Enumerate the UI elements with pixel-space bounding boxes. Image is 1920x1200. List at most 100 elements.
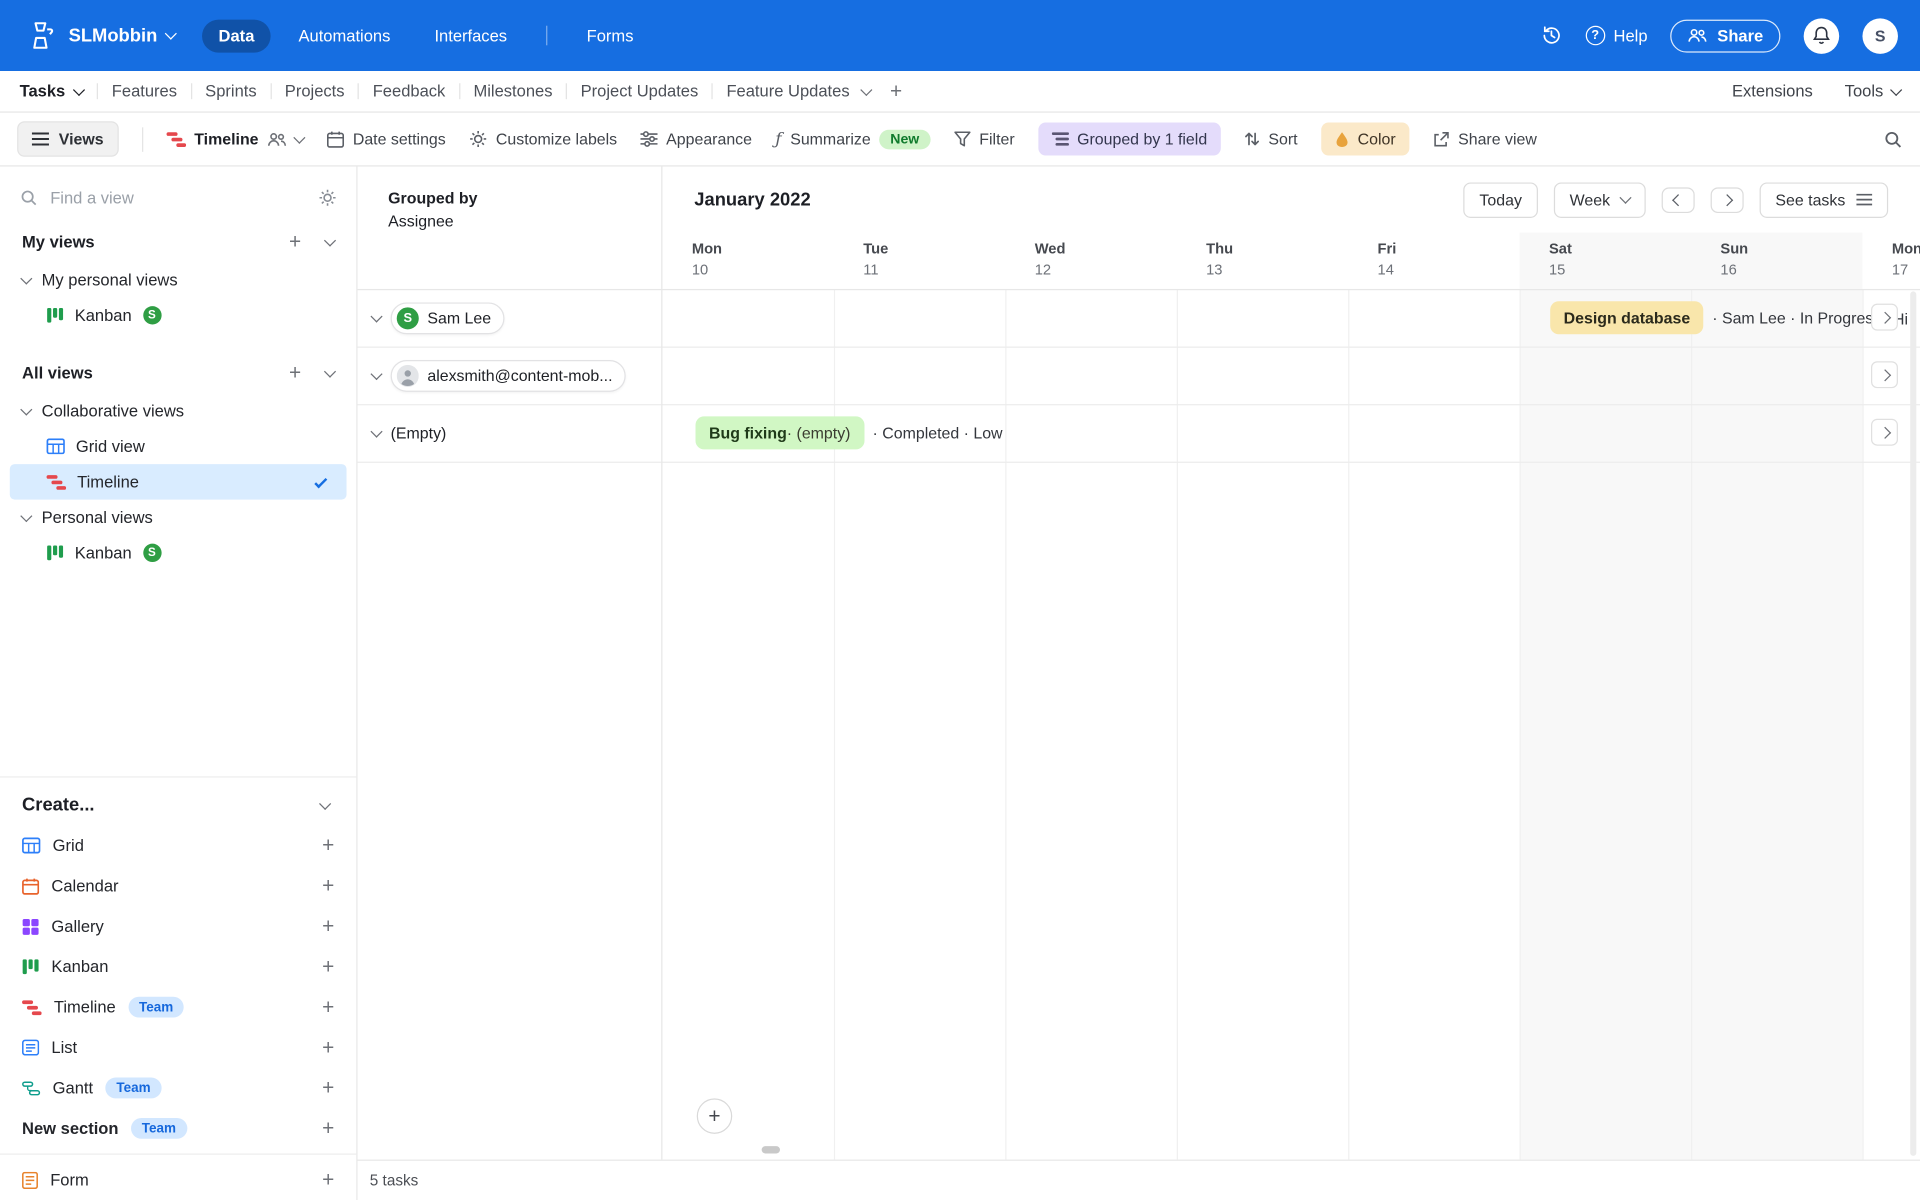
create-grid-button[interactable]: + bbox=[322, 835, 334, 856]
table-tab-tasks[interactable]: Tasks bbox=[20, 82, 84, 100]
appearance-button[interactable]: Appearance bbox=[640, 130, 752, 148]
table-tab-features[interactable]: Features bbox=[112, 82, 177, 100]
topnav-tabs: Data Automations Interfaces Forms bbox=[203, 19, 650, 52]
chevron-down-icon[interactable] bbox=[324, 365, 336, 377]
collapse-group-icon[interactable] bbox=[370, 425, 382, 437]
table-tab-feedback[interactable]: Feedback bbox=[373, 82, 446, 100]
share-view-label: Share view bbox=[1458, 130, 1537, 148]
group-row-sam-lee[interactable]: S Sam Lee bbox=[358, 289, 662, 347]
collapse-group-icon[interactable] bbox=[370, 367, 382, 379]
customize-labels-button[interactable]: Customize labels bbox=[469, 130, 617, 148]
date-settings-button[interactable]: Date settings bbox=[327, 130, 446, 148]
chevron-down-icon[interactable] bbox=[324, 234, 336, 246]
range-select[interactable]: Week bbox=[1554, 182, 1646, 218]
create-calendar-button[interactable]: + bbox=[322, 876, 334, 897]
all-views-label: All views bbox=[22, 364, 93, 382]
group-personal-views[interactable]: Personal views bbox=[0, 500, 356, 536]
view-settings-gear-icon[interactable] bbox=[318, 189, 336, 207]
group-row-empty[interactable]: (Empty) bbox=[358, 404, 662, 462]
table-tab-project-updates[interactable]: Project Updates bbox=[581, 82, 699, 100]
divider bbox=[97, 83, 98, 99]
task-pill[interactable]: Bug fixing · (empty) bbox=[696, 416, 864, 449]
expand-group-button[interactable] bbox=[1871, 419, 1898, 446]
people-icon bbox=[1688, 28, 1708, 43]
divider bbox=[190, 83, 191, 99]
create-form-button[interactable]: + bbox=[322, 1169, 334, 1190]
team-badge: Team bbox=[131, 1118, 187, 1139]
create-gallery-button[interactable]: + bbox=[322, 916, 334, 937]
add-view-button[interactable]: + bbox=[289, 231, 301, 252]
summarize-label: Summarize bbox=[790, 130, 871, 148]
sidebar-item-kanban[interactable]: Kanban S bbox=[0, 535, 356, 571]
group-row-alexsmith[interactable]: alexsmith@content-mob... bbox=[358, 347, 662, 405]
table-tab-sprints[interactable]: Sprints bbox=[205, 82, 256, 100]
tab-forms[interactable]: Forms bbox=[571, 19, 650, 52]
create-list-button[interactable]: + bbox=[322, 1037, 334, 1058]
task-design-database[interactable]: Design database · Sam Lee · In Progress bbox=[1550, 301, 1881, 334]
views-sidebar-toggle[interactable]: Views bbox=[17, 121, 118, 157]
extensions-button[interactable]: Extensions bbox=[1732, 82, 1813, 100]
create-kanban-button[interactable]: + bbox=[322, 956, 334, 977]
tablebar-right: Extensions Tools bbox=[1732, 82, 1900, 100]
group-my-personal-views[interactable]: My personal views bbox=[0, 262, 356, 298]
create-new-section-button[interactable]: + bbox=[322, 1118, 334, 1139]
list-view-icon bbox=[22, 1040, 39, 1056]
share-button[interactable]: Share bbox=[1671, 19, 1781, 52]
expand-group-button[interactable] bbox=[1871, 361, 1898, 388]
today-button[interactable]: Today bbox=[1464, 182, 1538, 218]
create-gantt-button[interactable]: + bbox=[322, 1078, 334, 1099]
workspace-logo-icon[interactable] bbox=[22, 17, 59, 54]
add-record-button[interactable]: + bbox=[697, 1098, 733, 1134]
more-tables-button[interactable] bbox=[862, 89, 871, 94]
table-tab-feature-updates[interactable]: Feature Updates bbox=[726, 82, 849, 100]
find-view-input[interactable] bbox=[50, 189, 306, 207]
group-button[interactable]: Grouped by 1 field bbox=[1038, 122, 1221, 155]
user-avatar[interactable]: S bbox=[1862, 18, 1898, 54]
vertical-scrollbar[interactable] bbox=[1910, 291, 1916, 1155]
status-bar: 5 tasks bbox=[358, 1160, 1920, 1200]
task-pill[interactable]: Design database bbox=[1550, 301, 1703, 334]
history-icon[interactable] bbox=[1540, 24, 1562, 46]
help-button[interactable]: ? Help bbox=[1585, 26, 1647, 46]
tools-button[interactable]: Tools bbox=[1845, 82, 1901, 100]
filter-button[interactable]: Filter bbox=[954, 130, 1015, 148]
add-view-button[interactable]: + bbox=[289, 362, 301, 383]
horizontal-scrollbar[interactable] bbox=[762, 1146, 780, 1153]
search-button[interactable] bbox=[1883, 129, 1903, 149]
workspace-switcher[interactable]: SLMobbin bbox=[69, 25, 176, 46]
summarize-button[interactable]: ƒ Summarize New bbox=[775, 129, 930, 149]
grid-view-icon bbox=[47, 438, 65, 454]
color-button[interactable]: Color bbox=[1321, 122, 1409, 155]
current-view-switcher[interactable]: Timeline bbox=[166, 130, 304, 148]
share-view-button[interactable]: Share view bbox=[1432, 130, 1536, 148]
grid-view-icon bbox=[22, 838, 40, 854]
see-tasks-button[interactable]: See tasks bbox=[1759, 182, 1888, 218]
sort-button[interactable]: Sort bbox=[1244, 130, 1298, 148]
gallery-view-icon bbox=[22, 918, 39, 935]
day-column-header: Thu 13 bbox=[1177, 239, 1348, 281]
create-timeline-button[interactable]: + bbox=[322, 997, 334, 1018]
collapse-group-icon[interactable] bbox=[370, 310, 382, 322]
task-bug-fixing[interactable]: Bug fixing · (empty) · Completed · Low bbox=[696, 416, 1003, 449]
calendar-view-icon bbox=[22, 877, 39, 894]
add-table-button[interactable]: + bbox=[890, 79, 902, 103]
notifications-button[interactable] bbox=[1804, 18, 1840, 54]
create-header[interactable]: Create... bbox=[0, 782, 356, 825]
tab-interfaces[interactable]: Interfaces bbox=[419, 19, 523, 52]
prev-week-button[interactable] bbox=[1662, 187, 1695, 213]
expand-group-button[interactable] bbox=[1871, 304, 1898, 331]
date-settings-label: Date settings bbox=[353, 130, 446, 148]
day-column-header: Mon 10 bbox=[662, 239, 833, 281]
tab-data[interactable]: Data bbox=[203, 19, 271, 52]
next-week-button[interactable] bbox=[1710, 187, 1743, 213]
group-collaborative-views[interactable]: Collaborative views bbox=[0, 393, 356, 429]
divider bbox=[566, 83, 567, 99]
sidebar-item-kanban-personal[interactable]: Kanban S bbox=[0, 298, 356, 334]
tab-automations[interactable]: Automations bbox=[283, 19, 407, 52]
sidebar-item-grid-view[interactable]: Grid view bbox=[0, 429, 356, 465]
table-tab-milestones[interactable]: Milestones bbox=[473, 82, 552, 100]
help-label: Help bbox=[1614, 26, 1648, 44]
selected-check-icon bbox=[314, 475, 327, 488]
sidebar-item-timeline-view[interactable]: Timeline bbox=[10, 464, 347, 500]
table-tab-projects[interactable]: Projects bbox=[285, 82, 345, 100]
